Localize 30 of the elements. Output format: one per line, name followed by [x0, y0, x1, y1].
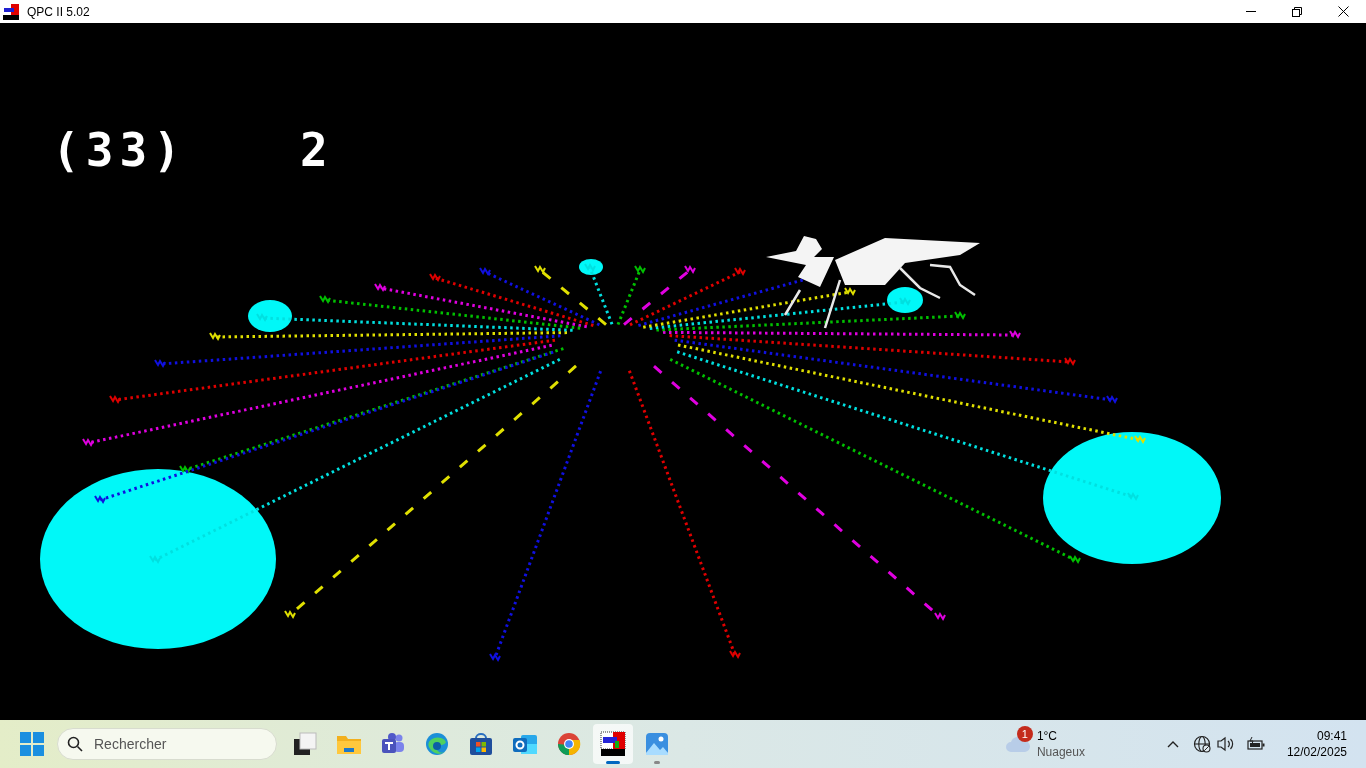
- shopping-bag-icon: [468, 731, 494, 757]
- search-field[interactable]: Rechercher: [57, 728, 277, 760]
- speaker-icon[interactable]: [1216, 736, 1235, 752]
- score-text: 2: [300, 127, 328, 173]
- windows-logo-icon: [20, 732, 44, 756]
- globe-icon[interactable]: [1192, 735, 1211, 753]
- search-icon: [67, 736, 83, 752]
- app-icon: [3, 3, 19, 20]
- taskbar-app-button[interactable]: [593, 724, 633, 764]
- ring-icon: [556, 731, 582, 757]
- temperature-text: 1°C: [1036, 728, 1059, 744]
- pixel-logo-icon: [600, 731, 626, 757]
- notification-badge: 1: [1016, 726, 1033, 742]
- close-icon: [1337, 6, 1349, 17]
- active-indicator: [606, 761, 620, 764]
- clock[interactable]: 09:41 12/02/2025: [1286, 728, 1347, 760]
- counter-text: (33): [52, 127, 187, 173]
- swirl-icon: [424, 731, 450, 757]
- minimize-icon: [1246, 11, 1256, 12]
- squares-icon: [292, 731, 318, 757]
- running-indicator: [654, 761, 660, 764]
- window-title: QPC II 5.02: [27, 3, 90, 21]
- chevron-up-icon: [1166, 740, 1179, 748]
- weather-condition: Nuageux: [1036, 744, 1085, 760]
- clock-time: 09:41: [1316, 728, 1347, 744]
- mountain-picture-icon: [644, 731, 670, 757]
- weather-widget[interactable]: 1 1°C Nuageux: [1004, 724, 1085, 764]
- battery-icon[interactable]: [1246, 737, 1265, 751]
- clock-date: 12/02/2025: [1286, 744, 1347, 760]
- restore-icon: [1292, 6, 1302, 17]
